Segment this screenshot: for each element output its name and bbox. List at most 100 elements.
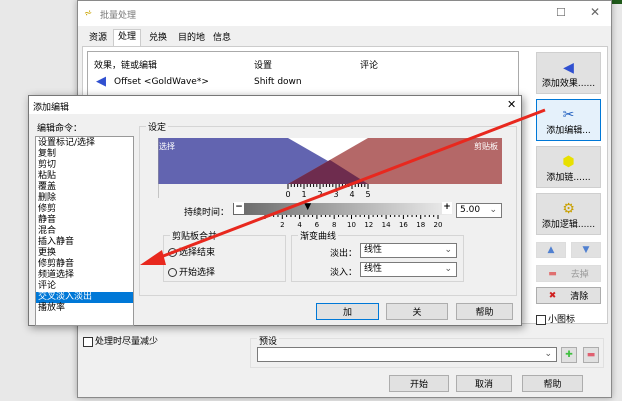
command-item[interactable]: 设置标记/选择: [36, 138, 133, 149]
command-item[interactable]: 静音: [36, 215, 133, 226]
column-header-effect[interactable]: 效果，链或编辑: [94, 58, 157, 71]
duration-tick-label: 10: [347, 221, 356, 229]
gear-icon: ⚙: [562, 201, 575, 217]
graph-right-label: 剪贴板: [474, 142, 498, 151]
preset-combo[interactable]: ⌄: [257, 347, 557, 362]
move-down-button[interactable]: ▼: [571, 242, 601, 258]
add-chain-label: 添加链......: [546, 173, 591, 183]
duration-tick-label: 8: [332, 221, 336, 229]
fade-in-combo[interactable]: 线性 ⌄: [360, 262, 457, 277]
duration-tick-label: 6: [315, 221, 320, 229]
command-item[interactable]: 修剪静音: [36, 259, 133, 270]
fade-out-combo[interactable]: 线性 ⌄: [360, 243, 457, 258]
plus-icon: ✚: [565, 350, 573, 360]
commands-list[interactable]: 设置标记/选择 复制 剪切 粘贴 覆盖 删除 修剪 静音 混合 插入静音 更换 修剪静音 频道选择 评论交…: [35, 136, 134, 326]
ruler-tick-label: 1: [301, 190, 306, 198]
duration-tick-label: 16: [399, 221, 408, 229]
command-item[interactable]: 粘贴: [36, 171, 133, 182]
command-item[interactable]: 交叉淡入淡出: [36, 292, 133, 303]
reduce-label: 处理时尽量减少: [95, 337, 159, 347]
column-header-comment[interactable]: 评论: [360, 58, 378, 71]
ruler-tick-label: 4: [349, 190, 354, 198]
add-logic-label: 添加逻辑......: [541, 220, 596, 230]
remove-label: 去掉: [570, 270, 589, 280]
remove-button[interactable]: ▬ 去掉: [536, 265, 601, 282]
app-icon: ⩫: [84, 8, 93, 19]
row-setting: Shift down: [254, 77, 302, 87]
ruler-tick-label: 0: [285, 190, 290, 198]
ruler-tick-label: 3: [333, 190, 338, 198]
command-item[interactable]: 插入静音: [36, 237, 133, 248]
add-effect-button[interactable]: ◀ 添加效果......: [536, 52, 601, 94]
close-icon[interactable]: ✕: [590, 5, 600, 19]
command-item[interactable]: 剪切: [36, 160, 133, 171]
radio-label: 选择结束: [179, 248, 216, 258]
move-up-button[interactable]: ▲: [536, 242, 566, 258]
maximize-icon[interactable]: ☐: [556, 6, 566, 19]
cancel-button[interactable]: 取消: [456, 375, 512, 392]
graph-left-label: 选择: [159, 142, 175, 151]
duration-tick-label: 20: [434, 221, 443, 229]
radio-label: 开始选择: [179, 268, 216, 278]
duration-slider[interactable]: − + ▼: [233, 202, 453, 215]
small-icons-checkbox[interactable]: 小图标: [536, 312, 575, 325]
arrow-down-icon: ▼: [582, 245, 590, 255]
command-item[interactable]: 复制: [36, 149, 133, 160]
fade-in-value: 线性: [364, 264, 383, 274]
clear-button[interactable]: ✖ 清除: [536, 287, 601, 304]
radio-icon: [168, 268, 177, 277]
command-item[interactable]: 覆盖: [36, 182, 133, 193]
tab-convert[interactable]: 兑换: [145, 31, 171, 46]
duration-tick-label: 12: [364, 221, 373, 229]
duration-combo[interactable]: 5.00 ⌄: [456, 203, 502, 218]
chain-icon: ⬢: [562, 154, 575, 170]
radio-icon: [168, 248, 177, 257]
radio-select-start[interactable]: 开始选择: [168, 265, 215, 278]
paste-group-label: 剪贴板合并: [170, 229, 220, 242]
ruler-tick-label: 5: [365, 190, 370, 198]
title-bar: ⩫ 批量处理 ☐ ✕: [78, 1, 611, 26]
add-edit-button[interactable]: ✂ 添加编辑...: [536, 99, 601, 141]
duration-label: 持续时间：: [184, 208, 230, 218]
chevron-down-icon: ⌄: [489, 205, 497, 215]
help-button[interactable]: 帮助: [522, 375, 583, 392]
command-item[interactable]: 频道选择: [36, 270, 133, 281]
minus-icon: ▬: [548, 268, 557, 279]
add-chain-button[interactable]: ⬢ 添加链......: [536, 146, 601, 188]
preset-label: 预设: [257, 334, 280, 347]
tab-process[interactable]: 处理: [113, 29, 142, 47]
duration-tick-label: 14: [382, 221, 391, 229]
command-item[interactable]: 播放率: [36, 303, 133, 314]
command-item[interactable]: 混合: [36, 226, 133, 237]
command-item[interactable]: 更换: [36, 248, 133, 259]
reduce-checkbox[interactable]: 处理时尽量减少: [83, 334, 158, 347]
add-preset-button[interactable]: ✚: [561, 347, 577, 363]
clear-label: 清除: [570, 292, 589, 302]
tab-sources[interactable]: 资源: [85, 31, 111, 46]
command-item[interactable]: 删除: [36, 193, 133, 204]
speaker-icon: ◀: [563, 60, 574, 76]
add-effect-label: 添加效果......: [541, 79, 596, 89]
close-button[interactable]: 关: [386, 303, 448, 320]
table-row[interactable]: ◀ Offset <GoldWave*> Shift down: [92, 74, 512, 90]
slider-thumb[interactable]: ▼: [304, 202, 311, 212]
help-button[interactable]: 帮助: [456, 303, 513, 320]
minus-icon: ▬: [586, 350, 596, 360]
remove-preset-button[interactable]: ▬: [583, 347, 599, 363]
start-button[interactable]: 开始: [389, 375, 449, 392]
x-icon: ✖: [548, 290, 557, 301]
add-button[interactable]: 加: [316, 303, 379, 320]
minus-icon[interactable]: −: [234, 202, 244, 214]
duration-tick-label: 2: [280, 221, 284, 229]
close-icon[interactable]: ✕: [507, 98, 516, 111]
duration-value: 5.00: [460, 205, 481, 215]
command-item[interactable]: 修剪: [36, 204, 133, 215]
tab-destination[interactable]: 目的地: [174, 31, 209, 46]
radio-select-end[interactable]: 选择结束: [168, 245, 215, 258]
tab-info[interactable]: 信息: [209, 31, 235, 46]
column-header-setting[interactable]: 设置: [254, 58, 272, 71]
command-item[interactable]: 评论: [36, 281, 133, 292]
duration-tick-label: 18: [416, 221, 425, 229]
plus-icon[interactable]: +: [442, 202, 452, 214]
add-logic-button[interactable]: ⚙ 添加逻辑......: [536, 193, 601, 235]
